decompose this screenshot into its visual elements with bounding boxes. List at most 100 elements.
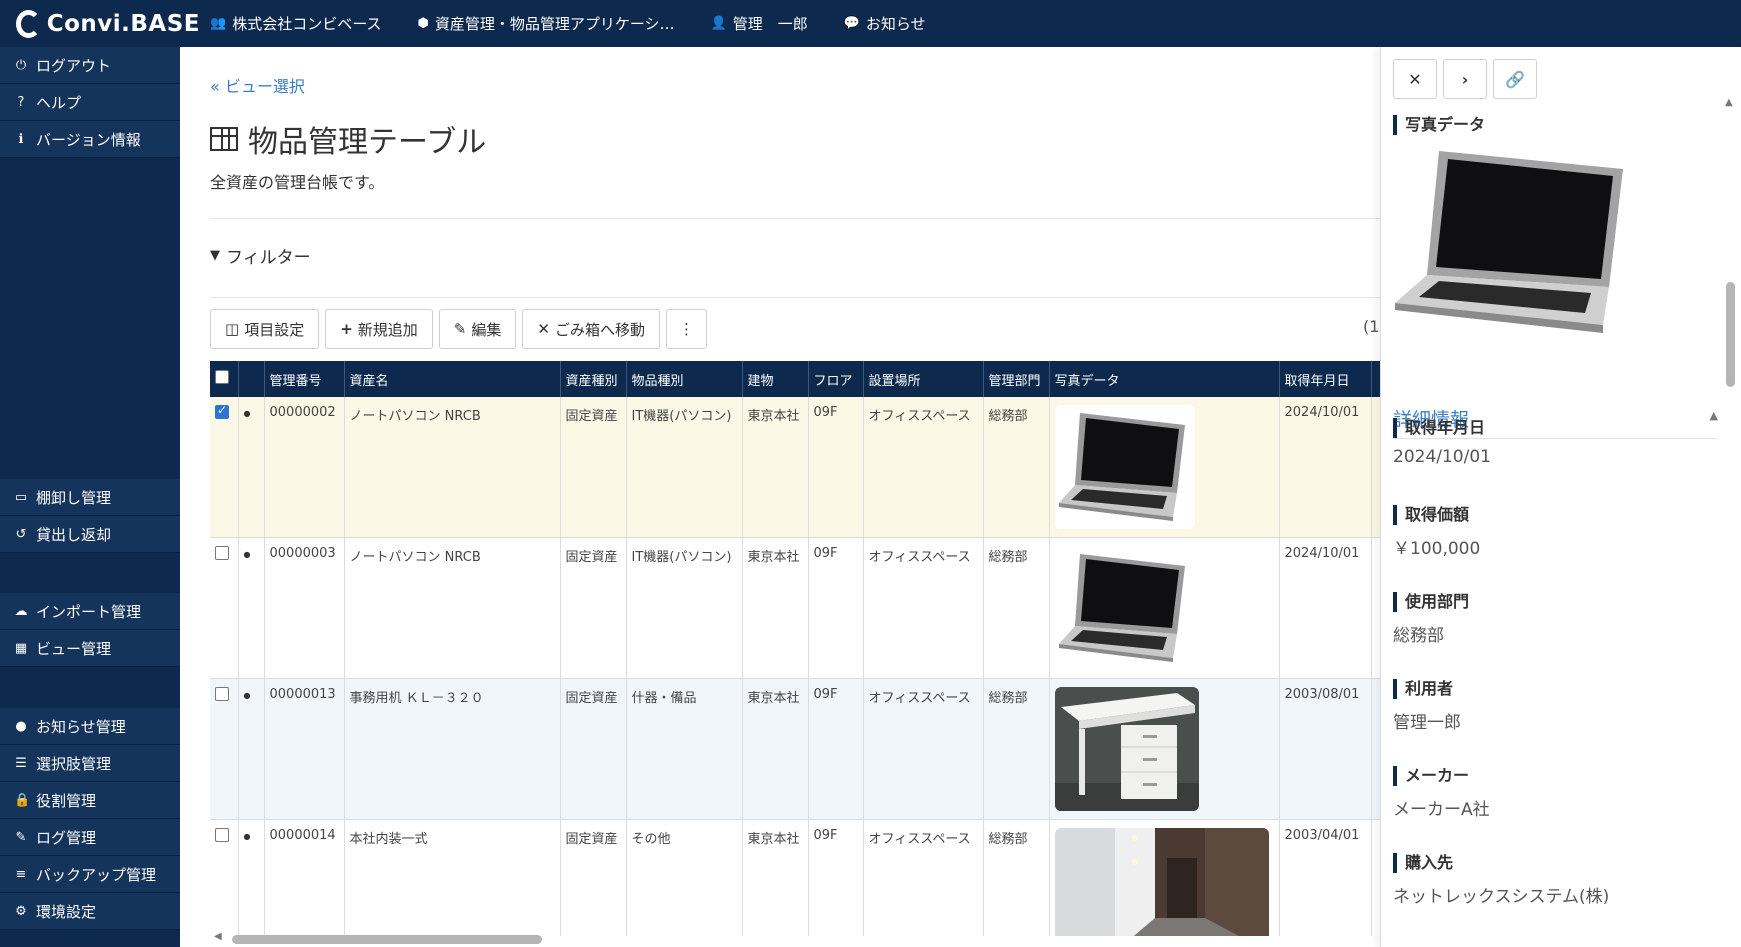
column-header[interactable]: 建物 [742,361,809,397]
sidebar-item-label: バックアップ管理 [36,865,157,884]
cell-asset-type: 固定資産 [560,678,627,820]
company-menu[interactable]: 👥 株式会社コンビベース [210,13,381,34]
sidebar-item-roles[interactable]: 🔒 役割管理 [0,782,180,819]
app-menu[interactable]: ⬢ 資産管理・物品管理アプリケーシ… [417,13,674,34]
row-select-cell[interactable] [210,397,239,538]
undo-icon: ↺ [15,526,27,542]
column-header[interactable]: 資産名 [344,361,561,397]
move-to-trash-button[interactable]: ✕ ごみ箱へ移動 [522,309,660,349]
add-new-button[interactable]: + 新規追加 [325,309,433,349]
page-title-text: 物品管理テーブル [248,125,487,160]
laptop-photo[interactable] [1054,405,1195,529]
sidebar-item-label: インポート管理 [36,602,142,621]
sidebar-item-settings[interactable]: ⚙ 環境設定 [0,893,180,930]
scroll-up-icon[interactable]: ▲ [1725,97,1733,108]
row-checkbox[interactable] [215,546,229,560]
interior-photo[interactable] [1054,828,1269,936]
table-row[interactable]: ● 00000003 ノートパソコン NRCB 固定資産 IT機器(パソコン) … [210,537,1380,679]
sidebar-item-label: 環境設定 [36,902,97,921]
column-header[interactable]: フロア [808,361,864,397]
chevron-up-icon[interactable]: ▲ [1710,409,1718,422]
column-header[interactable]: 設置場所 [863,361,984,397]
row-checkbox[interactable] [215,687,229,701]
row-checkbox[interactable] [215,828,229,842]
kebab-icon: ⋮ [678,320,694,338]
breadcrumb-view-select[interactable]: « ビュー選択 [210,73,305,97]
sidebar-item-label: ヘルプ [36,93,82,112]
app-logo[interactable]: Convi.BASE [0,9,200,38]
edit-button[interactable]: ✎ 編集 [438,309,517,349]
row-select-cell[interactable] [210,678,239,820]
user-menu[interactable]: 👤 管理 一郎 [711,13,808,34]
copy-link-button[interactable]: 🔗 [1493,59,1537,99]
column-header[interactable]: 資産種別 [560,361,627,397]
cell-location: オフィススペース [863,537,984,679]
photo-label: 写真データ [1393,115,1485,135]
plus-icon: + [340,320,353,338]
scrollbar-thumb[interactable] [1726,282,1735,387]
notice-menu[interactable]: 💬 お知らせ [844,13,926,34]
sidebar-item-help[interactable]: ? ヘルプ [0,84,180,121]
field-label: 使用部門 [1393,592,1469,612]
select-all-checkbox[interactable] [215,370,229,384]
sidebar-item-version[interactable]: ℹ バージョン情報 [0,121,180,158]
table-row[interactable]: ● 00000013 事務用机 ＫＬ－３２０ 固定資産 什器・備品 東京本社 0… [210,678,1380,820]
cell-floor: 09F [808,537,864,679]
sidebar-item-logs[interactable]: ✎ ログ管理 [0,819,180,856]
column-header[interactable]: 管理番号 [264,361,345,397]
row-checkbox[interactable] [215,403,229,419]
table-row[interactable]: ● 00000014 本社内装一式 固定資産 その他 東京本社 09F オフィス… [210,819,1380,936]
table-row[interactable]: ● 00000002 ノートパソコン NRCB 固定資産 IT機器(パソコン) … [210,397,1380,538]
logo-mark-icon [16,9,41,38]
cell-building: 東京本社 [742,537,809,679]
sidebar-item-options[interactable]: ☰ 選択肢管理 [0,745,180,782]
sidebar-item-backup[interactable]: ≡ バックアップ管理 [0,856,180,893]
cell-id: 00000003 [264,537,345,679]
sidebar: ⏻ ログアウト ? ヘルプ ℹ バージョン情報 ▭ 棚卸し管理 ↺ 貸出し返却 ☁ インポー… [0,47,180,947]
divider [210,297,1380,298]
more-options-button[interactable]: ⋮ [665,309,707,349]
scroll-left-icon[interactable]: ◀ [214,931,222,942]
sidebar-item-import[interactable]: ☁ インポート管理 [0,593,180,630]
sidebar-item-view[interactable]: ▦ ビュー管理 [0,630,180,667]
chevron-right-icon: › [1461,69,1469,89]
sidebar-item-lending[interactable]: ↺ 貸出し返却 [0,516,180,553]
record-count: (1 [1363,317,1380,336]
cloud-upload-icon: ☁ [14,603,28,619]
column-settings-button[interactable]: ◫ 項目設定 [210,309,320,349]
detail-laptop-photo[interactable] [1391,147,1631,347]
user-label: 管理 一郎 [732,15,808,33]
sidebar-item-inventory[interactable]: ▭ 棚卸し管理 [0,479,180,516]
column-header[interactable]: 管理部門 [983,361,1050,397]
user-icon: 👤 [710,16,727,31]
filter-toggle[interactable]: ▼ フィルター [210,243,311,268]
select-all-cell[interactable] [210,361,239,397]
column-header[interactable]: 写真データ [1049,361,1280,397]
page-description: 全資産の管理台帳です。 [210,173,385,192]
close-icon: ✕ [537,320,550,338]
column-header-overflow [1371,361,1380,397]
row-select-cell[interactable] [210,819,239,936]
column-header[interactable]: 物品種別 [626,361,743,397]
row-select-cell[interactable] [210,537,239,679]
horizontal-scrollbar[interactable]: ◀ [210,931,1380,945]
sidebar-item-notice[interactable]: ● お知らせ管理 [0,708,180,745]
scrollbar-thumb[interactable] [232,935,542,944]
laptop-photo[interactable] [1054,546,1195,670]
cell-date: 2003/04/01 [1279,819,1372,936]
desk-photo[interactable] [1054,687,1199,811]
table-icon: ▦ [14,640,28,656]
sidebar-item-label: バージョン情報 [36,130,141,149]
cogs-icon: ⚙ [15,903,27,919]
sidebar-item-label: ビュー管理 [36,639,112,658]
column-settings-label: 項目設定 [244,320,305,339]
filter-icon: ▼ [210,248,220,263]
sidebar-item-logout[interactable]: ⏻ ログアウト [0,47,180,84]
column-header[interactable]: 取得年月日 [1279,361,1372,397]
cell-floor: 09F [808,397,864,538]
bullet-icon: ● [243,691,251,700]
next-record-button[interactable]: › [1443,59,1487,99]
sidebar-item-label: 棚卸し管理 [36,488,112,507]
panel-vertical-scrollbar[interactable]: ▲ [1723,97,1737,937]
close-panel-button[interactable]: ✕ [1393,59,1437,99]
